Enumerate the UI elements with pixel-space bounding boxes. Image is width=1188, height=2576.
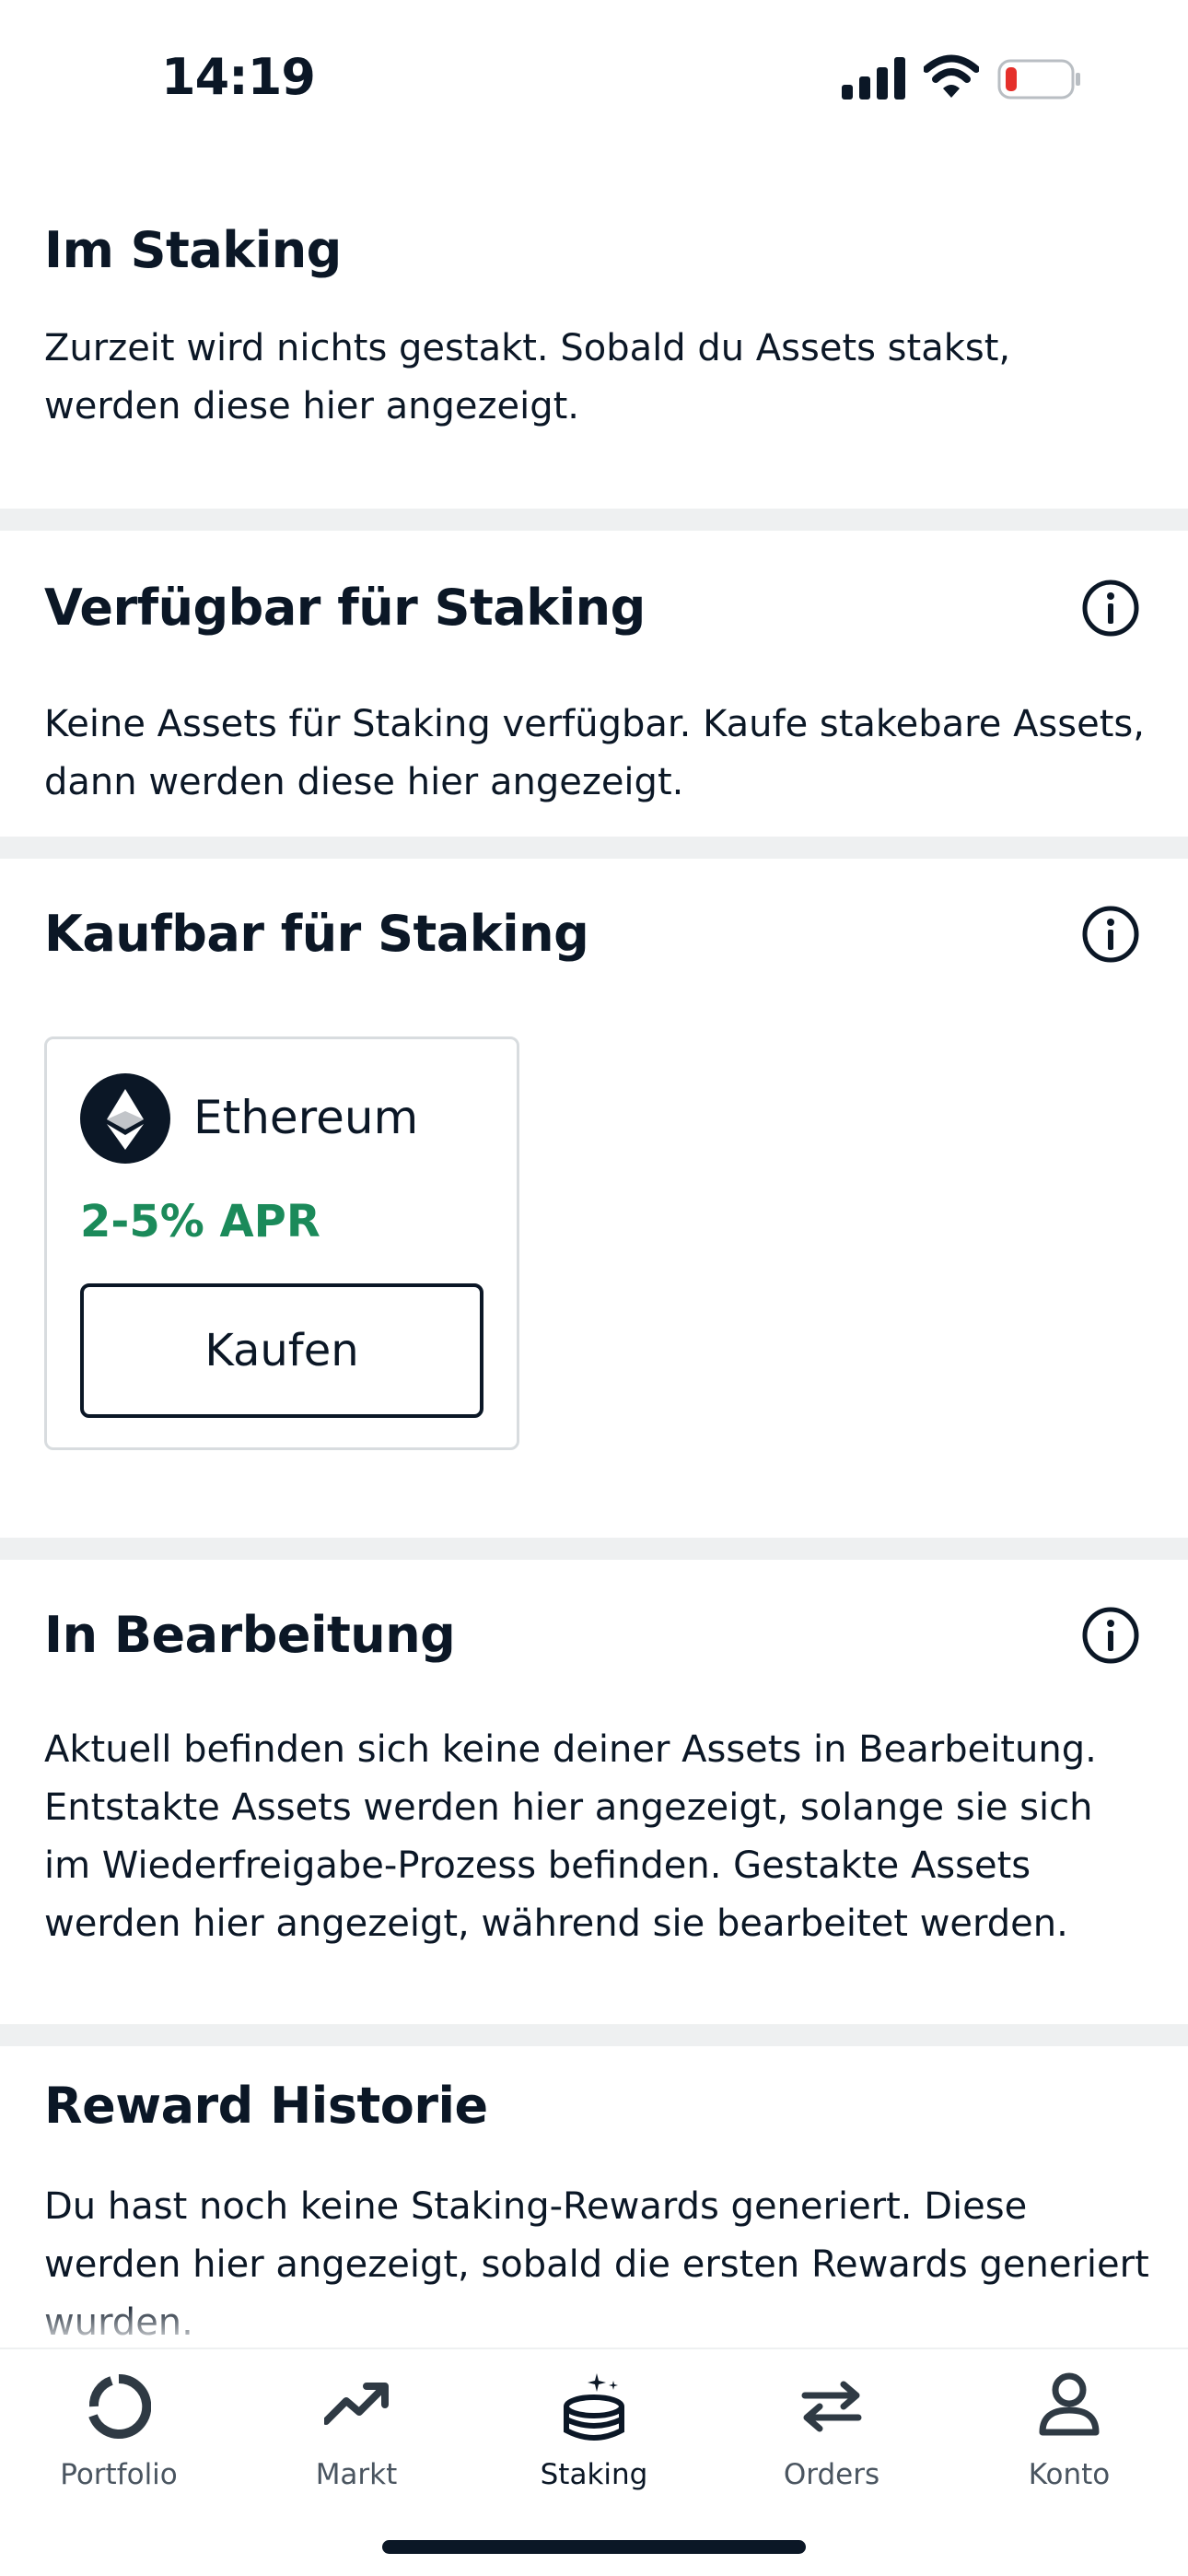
- asset-apr: 2-5% APR: [80, 1196, 320, 1247]
- buy-button[interactable]: Kaufen: [80, 1283, 483, 1418]
- home-indicator: [382, 2540, 806, 2554]
- tab-label: Portfolio: [60, 2458, 178, 2491]
- asset-card-ethereum[interactable]: Ethereum 2-5% APR Kaufen: [44, 1036, 519, 1450]
- section-divider: [0, 509, 1188, 531]
- tab-konto[interactable]: Konto: [950, 2349, 1188, 2506]
- portfolio-icon: [88, 2373, 151, 2439]
- processing-section: In Bearbeitung Aktuell befinden sich kei…: [0, 1560, 1188, 2024]
- processing-title: In Bearbeitung: [44, 1606, 456, 1664]
- section-divider: [0, 2024, 1188, 2046]
- tab-label: Markt: [315, 2458, 398, 2491]
- status-time: 14:19: [161, 48, 316, 106]
- section-divider: [0, 1538, 1188, 1560]
- scroll-fade: [0, 2303, 1188, 2349]
- person-icon: [1039, 2372, 1100, 2436]
- staking-text: Zurzeit wird nichts gestakt. Sobald du A…: [44, 327, 1011, 427]
- info-icon[interactable]: [1081, 579, 1140, 638]
- tab-orders[interactable]: Orders: [713, 2349, 950, 2506]
- available-title: Verfügbar für Staking: [44, 579, 646, 637]
- tab-label: Konto: [1028, 2458, 1111, 2491]
- battery-low-icon: [997, 59, 1080, 100]
- buyable-title: Kaufbar für Staking: [44, 905, 589, 963]
- available-section: Verfügbar für Staking Keine Assets für S…: [0, 531, 1188, 837]
- tab-markt[interactable]: Markt: [238, 2349, 475, 2506]
- tab-label: Staking: [540, 2458, 648, 2491]
- available-text: Keine Assets für Staking verfügbar. Kauf…: [44, 703, 1145, 803]
- staking-title: Im Staking: [44, 221, 342, 279]
- ethereum-icon: [80, 1073, 170, 1164]
- status-bar: 14:19: [0, 0, 1188, 147]
- staking-section: Im Staking Zurzeit wird nichts gestakt. …: [0, 147, 1188, 509]
- asset-name: Ethereum: [193, 1091, 419, 1144]
- info-icon[interactable]: [1081, 1606, 1140, 1665]
- section-divider: [0, 837, 1188, 859]
- tab-label: Orders: [783, 2458, 880, 2491]
- staking-coins-icon: [564, 2373, 624, 2441]
- processing-text: Aktuell befinden sich keine deiner Asset…: [44, 1728, 1097, 1945]
- rewards-title: Reward Historie: [44, 2077, 488, 2135]
- tab-portfolio[interactable]: Portfolio: [0, 2349, 238, 2506]
- cellular-signal-icon: [842, 57, 905, 100]
- info-icon[interactable]: [1081, 905, 1140, 964]
- wifi-icon: [924, 54, 979, 98]
- swap-arrows-icon: [801, 2381, 862, 2432]
- tab-staking[interactable]: Staking: [475, 2349, 713, 2506]
- trend-up-icon: [324, 2383, 389, 2425]
